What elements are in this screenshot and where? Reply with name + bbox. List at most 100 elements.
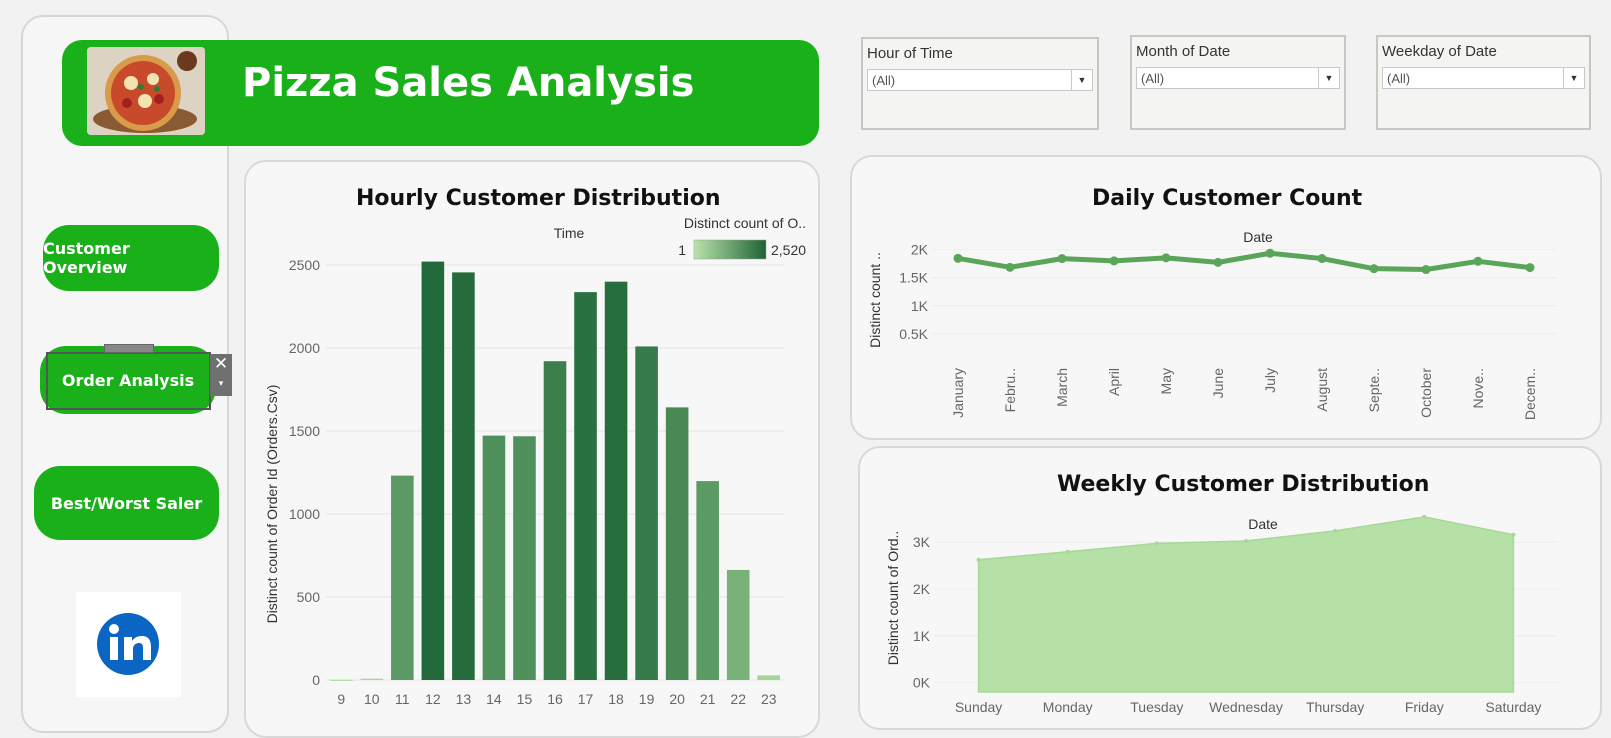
weekday-filter: Weekday of Date (All) ▼ bbox=[1376, 35, 1591, 130]
hourly-xtick-label: 12 bbox=[425, 691, 441, 707]
page-title: Pizza Sales Analysis bbox=[242, 60, 695, 106]
month-filter: Month of Date (All) ▼ bbox=[1130, 35, 1346, 130]
daily-point[interactable] bbox=[1265, 248, 1275, 258]
hourly-xtick-label: 23 bbox=[761, 691, 777, 707]
weekly-xtick-label: Tuesday bbox=[1130, 699, 1183, 715]
hourly-xtick-label: 19 bbox=[639, 691, 655, 707]
daily-point[interactable] bbox=[1005, 262, 1015, 272]
customer-overview-button[interactable]: Customer Overview bbox=[43, 225, 219, 291]
weekly-ytick-label: 1K bbox=[913, 628, 931, 644]
daily-ylabel: Distinct count .. bbox=[867, 252, 883, 348]
hourly-bar[interactable] bbox=[421, 261, 445, 680]
daily-xtick-label: Nove.. bbox=[1470, 368, 1486, 408]
object-controls: ✕ ▾ bbox=[210, 354, 232, 396]
daily-point[interactable] bbox=[1109, 256, 1119, 266]
daily-ytick-label: 1.5K bbox=[899, 270, 928, 286]
daily-point[interactable] bbox=[1161, 253, 1171, 263]
daily-xtick-label: Septe.. bbox=[1366, 368, 1382, 412]
weekly-point[interactable] bbox=[1154, 541, 1159, 546]
weekly-point[interactable] bbox=[1244, 538, 1248, 543]
weekly-point[interactable] bbox=[1511, 532, 1516, 537]
daily-point[interactable] bbox=[1421, 265, 1431, 275]
hourly-xtick-label: 10 bbox=[364, 691, 380, 707]
daily-xlabel: Date bbox=[1243, 229, 1273, 245]
weekly-chart: 0K 1K 2K 3K Sunday Monday Tuesday Wednesday Thur… bbox=[885, 514, 1558, 715]
hourly-ylabel: Distinct count of Order Id (Orders.Csv) bbox=[264, 385, 280, 624]
daily-xtick-label: August bbox=[1314, 368, 1330, 412]
hourly-ytick-label: 2000 bbox=[289, 340, 320, 356]
weekly-point[interactable] bbox=[1333, 528, 1338, 533]
selection-outline bbox=[46, 352, 211, 410]
hourly-xtick-label: 16 bbox=[547, 691, 563, 707]
month-filter-select[interactable]: (All) ▼ bbox=[1136, 67, 1340, 89]
daily-ytick-label: 1K bbox=[911, 298, 929, 314]
hourly-bar[interactable] bbox=[329, 679, 353, 681]
hourly-xtick-label: 15 bbox=[517, 691, 533, 707]
hourly-xtick-label: 17 bbox=[578, 691, 594, 707]
month-filter-label: Month of Date bbox=[1136, 43, 1231, 60]
weekly-xtick-label: Monday bbox=[1043, 699, 1093, 715]
hourly-legend-title: Distinct count of O.. bbox=[684, 215, 806, 231]
hourly-legend-min: 1 bbox=[678, 242, 686, 258]
best-worst-saler-button[interactable]: Best/Worst Saler bbox=[34, 466, 219, 540]
close-icon[interactable]: ✕ bbox=[210, 354, 232, 374]
month-filter-value: (All) bbox=[1141, 71, 1165, 86]
daily-point[interactable] bbox=[1317, 254, 1327, 264]
weekly-ytick-label: 2K bbox=[913, 581, 931, 597]
weekday-filter-select[interactable]: (All) ▼ bbox=[1382, 67, 1585, 89]
daily-xtick-label: June bbox=[1210, 368, 1226, 399]
hourly-bar[interactable] bbox=[391, 475, 414, 680]
daily-point[interactable] bbox=[953, 253, 963, 263]
weekday-filter-value: (All) bbox=[1387, 71, 1411, 86]
daily-point[interactable] bbox=[1213, 257, 1223, 267]
daily-ytick-label: 0.5K bbox=[899, 326, 928, 342]
hourly-bar[interactable] bbox=[757, 675, 781, 680]
daily-point[interactable] bbox=[1525, 263, 1535, 273]
daily-point[interactable] bbox=[1369, 264, 1379, 274]
hourly-bar[interactable] bbox=[604, 281, 628, 680]
weekly-xtick-label: Thursday bbox=[1306, 699, 1364, 715]
drag-handle[interactable] bbox=[104, 344, 154, 353]
weekly-point[interactable] bbox=[1065, 549, 1070, 554]
weekly-xlabel: Date bbox=[1248, 516, 1278, 532]
daily-xtick-label: Febru.. bbox=[1002, 368, 1018, 412]
hourly-bar[interactable] bbox=[726, 569, 750, 680]
hourly-bar[interactable] bbox=[452, 272, 475, 680]
chevron-down-icon[interactable]: ▾ bbox=[210, 374, 232, 392]
hourly-xtick-label: 18 bbox=[608, 691, 624, 707]
hourly-chart: 0 500 1000 1500 2000 2500 9 10 11 12 13 14 15 16 17 18 1… bbox=[264, 215, 806, 707]
chevron-down-icon[interactable]: ▼ bbox=[1563, 68, 1584, 88]
weekly-area[interactable] bbox=[977, 516, 1515, 693]
hour-filter: Hour of Time (All) ▼ bbox=[861, 37, 1099, 130]
hourly-legend-gradient bbox=[693, 239, 767, 260]
hourly-bar[interactable] bbox=[543, 361, 567, 680]
daily-point[interactable] bbox=[1473, 256, 1483, 266]
hourly-bar[interactable] bbox=[513, 436, 536, 680]
hourly-bar[interactable] bbox=[574, 292, 597, 680]
weekly-point[interactable] bbox=[1422, 514, 1427, 519]
linkedin-logo[interactable] bbox=[76, 592, 181, 697]
weekly-point[interactable] bbox=[976, 557, 981, 562]
chevron-down-icon[interactable]: ▼ bbox=[1318, 68, 1339, 88]
daily-xtick-label: October bbox=[1418, 368, 1434, 418]
hour-filter-select[interactable]: (All) ▼ bbox=[867, 69, 1093, 91]
hour-filter-label: Hour of Time bbox=[867, 45, 953, 62]
hourly-bar[interactable] bbox=[696, 481, 719, 680]
hourly-bar[interactable] bbox=[635, 346, 658, 680]
daily-xtick-label: May bbox=[1158, 368, 1174, 394]
hourly-ytick-label: 2500 bbox=[289, 257, 320, 273]
weekday-filter-label: Weekday of Date bbox=[1382, 43, 1497, 60]
hour-filter-value: (All) bbox=[872, 73, 896, 88]
hourly-bar[interactable] bbox=[482, 435, 506, 680]
daily-line[interactable] bbox=[957, 250, 1531, 273]
hourly-xtick-label: 13 bbox=[456, 691, 472, 707]
hourly-xtick-label: 14 bbox=[486, 691, 502, 707]
hourly-bar[interactable] bbox=[665, 407, 689, 680]
weekly-xtick-label: Saturday bbox=[1485, 699, 1541, 715]
hourly-xtick-label: 9 bbox=[337, 691, 345, 707]
daily-xtick-label: January bbox=[950, 368, 966, 418]
hourly-bar[interactable] bbox=[360, 678, 384, 680]
chevron-down-icon[interactable]: ▼ bbox=[1071, 70, 1092, 90]
daily-point[interactable] bbox=[1057, 254, 1067, 264]
hourly-xtick-label: 20 bbox=[669, 691, 685, 707]
